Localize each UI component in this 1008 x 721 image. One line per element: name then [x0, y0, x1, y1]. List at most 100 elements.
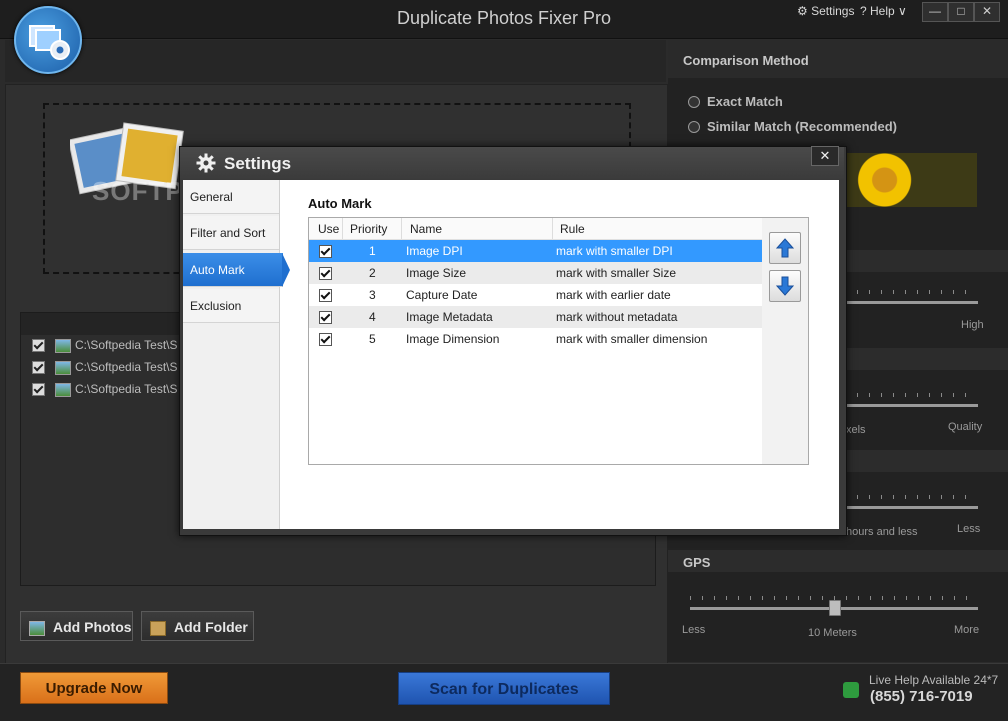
- col-name[interactable]: Name: [410, 222, 442, 236]
- table-row[interactable]: 5 Image Dimension mark with smaller dime…: [309, 328, 762, 350]
- minimize-button[interactable]: —: [922, 2, 948, 22]
- table-row[interactable]: 3 Capture Date mark with earlier date: [309, 284, 762, 306]
- rule-cell: mark with smaller DPI: [556, 244, 673, 258]
- add-photos-button[interactable]: Add Photos: [20, 611, 133, 641]
- priority-cell: 1: [369, 244, 376, 258]
- name-cell: Image DPI: [406, 244, 463, 258]
- use-checkbox-cell[interactable]: [319, 240, 332, 262]
- slider2-left-label: xels: [846, 424, 866, 436]
- maximize-button[interactable]: □: [948, 2, 974, 22]
- use-checkbox[interactable]: [319, 245, 332, 259]
- slider-ticks-3: [845, 495, 977, 499]
- file-path: C:\Softpedia Test\S: [75, 382, 178, 396]
- use-checkbox[interactable]: [319, 311, 332, 325]
- grid-header: Use Priority Name Rule: [309, 218, 762, 240]
- priority-cell: 3: [369, 288, 376, 302]
- gps-mid-label: 10 Meters: [808, 627, 857, 639]
- use-checkbox-cell[interactable]: [319, 306, 332, 328]
- file-checkbox[interactable]: [32, 339, 45, 353]
- move-up-button[interactable]: [769, 232, 801, 264]
- left-header-area: [5, 40, 666, 82]
- col-use[interactable]: Use: [318, 222, 339, 236]
- table-row[interactable]: 2 Image Size mark with smaller Size: [309, 262, 762, 284]
- gps-left-label: Less: [682, 624, 706, 636]
- file-path: C:\Softpedia Test\S: [75, 360, 178, 374]
- comparison-method-heading: Comparison Method: [683, 53, 809, 68]
- col-divider: [552, 218, 553, 239]
- add-photos-label: Add Photos: [53, 619, 132, 635]
- col-divider: [401, 218, 402, 239]
- phone-number: (855) 716-7019: [870, 688, 973, 705]
- name-cell: Capture Date: [406, 288, 478, 302]
- nav-filter-and-sort[interactable]: Filter and Sort: [183, 216, 279, 250]
- phone-icon: [843, 682, 859, 698]
- similar-match-label[interactable]: Similar Match (Recommended): [707, 119, 897, 134]
- bitmap-slider[interactable]: [845, 404, 978, 407]
- use-checkbox-cell[interactable]: [319, 262, 332, 284]
- file-row[interactable]: C:\Softpedia Test\S: [32, 338, 178, 358]
- upgrade-button[interactable]: Upgrade Now: [20, 672, 168, 704]
- settings-menu[interactable]: ⚙ Settings: [797, 4, 854, 18]
- rule-cell: mark with smaller dimension: [556, 332, 708, 346]
- close-window-button[interactable]: ✕: [974, 2, 1000, 22]
- table-row[interactable]: 1 Image DPI mark with smaller DPI: [309, 240, 762, 262]
- priority-cell: 5: [369, 332, 376, 346]
- slider3-left-label: hours and less: [846, 526, 918, 538]
- slider-ticks-1: [845, 290, 977, 294]
- priority-cell: 2: [369, 266, 376, 280]
- file-row[interactable]: C:\Softpedia Test\S: [32, 360, 178, 380]
- use-checkbox[interactable]: [319, 267, 332, 281]
- move-down-button[interactable]: [769, 270, 801, 302]
- use-checkbox-cell[interactable]: [319, 328, 332, 350]
- table-row[interactable]: 4 Image Metadata mark without metadata: [309, 306, 762, 328]
- slider1-right-label: High: [961, 319, 984, 331]
- add-folder-label: Add Folder: [174, 619, 248, 635]
- file-path: C:\Softpedia Test\S: [75, 338, 178, 352]
- dialog-close-button[interactable]: ✕: [811, 146, 839, 166]
- live-help-label: Live Help Available 24*7: [869, 673, 999, 687]
- rule-cell: mark with earlier date: [556, 288, 671, 302]
- col-priority[interactable]: Priority: [350, 222, 387, 236]
- arrow-up-icon: [775, 238, 795, 258]
- nav-exclusion[interactable]: Exclusion: [183, 289, 279, 323]
- exact-match-radio[interactable]: [688, 96, 700, 108]
- add-folder-button[interactable]: Add Folder: [141, 611, 254, 641]
- slider3-right-label: Less: [957, 523, 981, 535]
- slider2-right-label: Quality: [948, 421, 983, 433]
- app-title: Duplicate Photos Fixer Pro: [396, 8, 612, 28]
- arrow-down-icon: [775, 276, 795, 296]
- nav-auto-mark[interactable]: Auto Mark: [183, 253, 283, 287]
- slider-ticks-2: [845, 393, 977, 397]
- gps-band: [668, 550, 1008, 572]
- col-rule[interactable]: Rule: [560, 222, 585, 236]
- exact-match-label[interactable]: Exact Match: [707, 94, 783, 109]
- help-menu[interactable]: ? Help ∨: [860, 4, 907, 18]
- col-divider: [342, 218, 343, 239]
- preview-image: [845, 153, 977, 207]
- name-cell: Image Size: [406, 266, 467, 280]
- nav-general[interactable]: General: [183, 180, 279, 214]
- use-checkbox-cell[interactable]: [319, 284, 332, 306]
- similar-match-radio[interactable]: [688, 121, 700, 133]
- use-checkbox[interactable]: [319, 333, 332, 347]
- gps-slider-thumb[interactable]: [829, 600, 841, 616]
- file-row[interactable]: C:\Softpedia Test\S: [32, 382, 178, 402]
- rule-cell: mark with smaller Size: [556, 266, 677, 280]
- image-file-icon: [55, 360, 71, 375]
- nav-active-arrow: [282, 253, 290, 287]
- name-cell: Image Metadata: [406, 310, 493, 324]
- gps-heading: GPS: [683, 555, 711, 570]
- priority-cell: 4: [369, 310, 376, 324]
- gps-right-label: More: [954, 624, 980, 636]
- image-file-icon: [55, 382, 71, 397]
- app-logo-icon: [14, 6, 82, 74]
- gear-icon: [196, 153, 216, 173]
- auto-mark-title: Auto Mark: [308, 196, 372, 211]
- image-file-icon: [55, 338, 71, 353]
- file-checkbox[interactable]: [32, 361, 45, 375]
- time-interval-slider[interactable]: [845, 506, 978, 509]
- scan-duplicates-button[interactable]: Scan for Duplicates: [398, 672, 610, 705]
- similarity-slider[interactable]: [845, 301, 978, 304]
- file-checkbox[interactable]: [32, 383, 45, 397]
- use-checkbox[interactable]: [319, 289, 332, 303]
